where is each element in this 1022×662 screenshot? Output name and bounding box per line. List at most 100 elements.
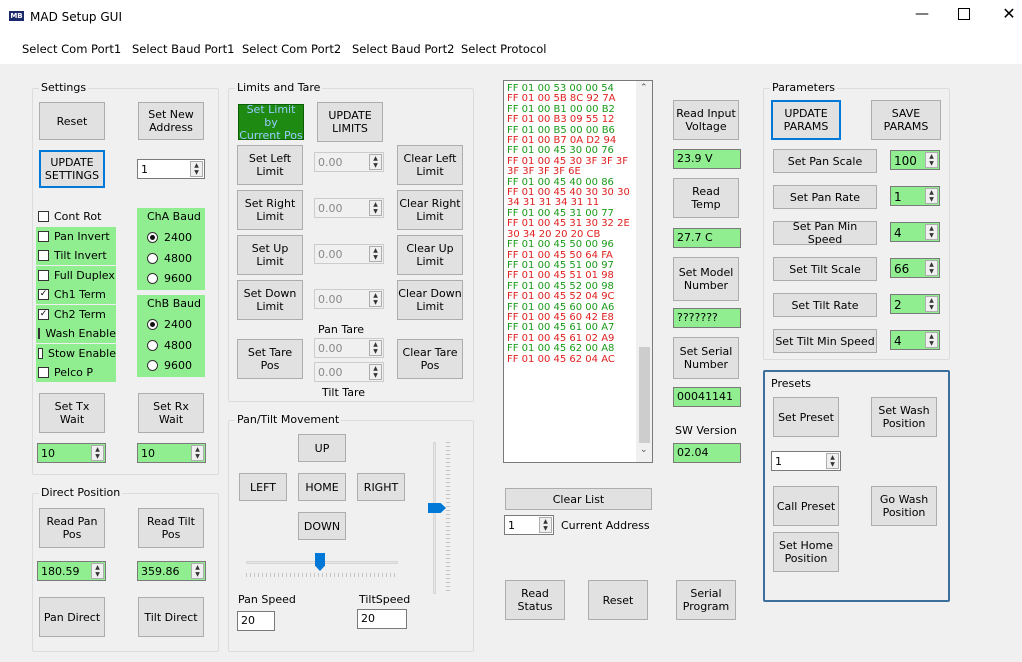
- update-params-button[interactable]: UPDATE PARAMS: [771, 100, 841, 140]
- checkbox-pelco-p[interactable]: Pelco P: [36, 363, 116, 382]
- move-left-button[interactable]: LEFT: [239, 473, 287, 501]
- stepper-arrows-icon[interactable]: ▲ ▼: [369, 364, 382, 380]
- right-limit-stepper[interactable]: 0.00 ▲ ▼: [314, 198, 384, 218]
- set-tare-pos-button[interactable]: Set Tare Pos: [237, 339, 303, 379]
- stepper-arrows-icon[interactable]: ▲ ▼: [925, 260, 938, 276]
- set-down-limit-button[interactable]: Set Down Limit: [237, 280, 303, 320]
- cha-radio-4800[interactable]: 4800: [137, 249, 192, 268]
- stepper-arrows-icon[interactable]: ▲ ▼: [190, 161, 203, 177]
- pan-speed-slider[interactable]: [244, 553, 400, 579]
- stepper-arrows-icon[interactable]: ▲ ▼: [369, 291, 382, 307]
- tx-wait-stepper[interactable]: 10 ▲ ▼: [37, 443, 106, 463]
- cha-radio-9600[interactable]: 9600: [137, 269, 192, 288]
- reset-button[interactable]: Reset: [39, 102, 105, 140]
- checkbox-full-duplex[interactable]: Full Duplex: [36, 265, 116, 285]
- maximize-button[interactable]: [958, 8, 970, 20]
- preset-stepper[interactable]: 1 ▲ ▼: [771, 451, 841, 471]
- read-status-button[interactable]: Read Status: [505, 580, 565, 620]
- stepper-arrows-icon[interactable]: ▲ ▼: [369, 200, 382, 216]
- move-home-button[interactable]: HOME: [298, 473, 346, 501]
- clear-down-limit-button[interactable]: Clear Down Limit: [397, 280, 463, 320]
- slider-thumb[interactable]: [428, 503, 446, 513]
- menu-select-baud-port1[interactable]: Select Baud Port1: [132, 42, 234, 56]
- tilt-tare-stepper[interactable]: 0.00 ▲ ▼: [314, 362, 384, 382]
- clear-list-button[interactable]: Clear List: [505, 488, 652, 510]
- set-limit-current-pos-button[interactable]: Set Limit by Current Pos: [238, 103, 304, 142]
- stepper-arrows-icon[interactable]: ▲ ▼: [91, 563, 104, 579]
- clear-up-limit-button[interactable]: Clear Up Limit: [397, 235, 463, 275]
- tilt-speed-slider[interactable]: [428, 440, 454, 596]
- menu-select-com-port1[interactable]: Select Com Port1: [22, 42, 121, 56]
- set-rx-wait-button[interactable]: Set Rx Wait: [138, 393, 204, 433]
- checkbox-wash-enable[interactable]: Wash Enable: [36, 324, 116, 343]
- move-up-button[interactable]: UP: [298, 434, 346, 462]
- slider-thumb[interactable]: [315, 553, 325, 571]
- param-value-stepper[interactable]: 4 ▲ ▼: [890, 330, 940, 350]
- close-button[interactable]: ✕: [1000, 4, 1018, 24]
- command-log-list[interactable]: FF 01 00 53 00 00 54 FF 01 00 5B 8C 92 7A…: [503, 80, 653, 463]
- stepper-arrows-icon[interactable]: ▲ ▼: [369, 246, 382, 262]
- log-reset-button[interactable]: Reset: [588, 580, 648, 620]
- scroll-thumb[interactable]: [639, 347, 650, 443]
- down-limit-stepper[interactable]: 0.00 ▲ ▼: [314, 289, 384, 309]
- stepper-arrows-icon[interactable]: ▲ ▼: [925, 224, 938, 240]
- address-stepper[interactable]: 1 ▲ ▼: [137, 159, 205, 179]
- param-button-set-tilt-rate[interactable]: Set Tilt Rate: [773, 293, 877, 317]
- set-new-address-button[interactable]: Set New Address: [138, 102, 204, 140]
- clear-right-limit-button[interactable]: Clear Right Limit: [397, 190, 463, 230]
- read-pan-pos-button[interactable]: Read Pan Pos: [39, 508, 105, 548]
- chb-radio-9600[interactable]: 9600: [137, 356, 192, 375]
- stepper-arrows-icon[interactable]: ▲ ▼: [925, 188, 938, 204]
- menu-select-baud-port2[interactable]: Select Baud Port2: [352, 42, 454, 56]
- stepper-arrows-icon[interactable]: ▲ ▼: [191, 563, 204, 579]
- log-scrollbar[interactable]: ⌃ ⌄: [636, 81, 652, 462]
- cha-radio-2400[interactable]: 2400: [137, 228, 192, 247]
- menu-select-protocol[interactable]: Select Protocol: [461, 42, 546, 56]
- stepper-arrows-icon[interactable]: ▲ ▼: [539, 517, 552, 533]
- stepper-arrows-icon[interactable]: ▲ ▼: [925, 296, 938, 312]
- pan-speed-input[interactable]: 20: [237, 611, 275, 631]
- tilt-speed-input[interactable]: 20: [357, 609, 407, 629]
- stepper-arrows-icon[interactable]: ▲ ▼: [826, 453, 839, 469]
- param-value-stepper[interactable]: 2 ▲ ▼: [890, 294, 940, 314]
- minimize-button[interactable]: —: [912, 6, 932, 26]
- move-right-button[interactable]: RIGHT: [357, 473, 405, 501]
- stepper-arrows-icon[interactable]: ▲ ▼: [191, 445, 204, 461]
- chb-radio-4800[interactable]: 4800: [137, 336, 192, 355]
- set-serial-number-button[interactable]: Set Serial Number: [673, 337, 739, 379]
- up-limit-stepper[interactable]: 0.00 ▲ ▼: [314, 244, 384, 264]
- stepper-arrows-icon[interactable]: ▲ ▼: [91, 445, 104, 461]
- param-button-set-tilt-scale[interactable]: Set Tilt Scale: [773, 257, 877, 281]
- set-wash-position-button[interactable]: Set Wash Position: [871, 397, 937, 437]
- tilt-pos-stepper[interactable]: 359.86 ▲ ▼: [137, 561, 206, 581]
- read-tilt-pos-button[interactable]: Read Tilt Pos: [138, 508, 204, 548]
- read-input-voltage-button[interactable]: Read Input Voltage: [673, 100, 739, 140]
- checkbox-tilt-invert[interactable]: Tilt Invert: [36, 246, 116, 265]
- update-limits-button[interactable]: UPDATE LIMITS: [317, 102, 383, 142]
- pan-pos-stepper[interactable]: 180.59 ▲ ▼: [37, 561, 106, 581]
- param-value-stepper[interactable]: 1 ▲ ▼: [890, 186, 940, 206]
- param-button-set-pan-scale[interactable]: Set Pan Scale: [773, 149, 877, 173]
- param-button-set-pan-rate[interactable]: Set Pan Rate: [773, 185, 877, 209]
- clear-tare-pos-button[interactable]: Clear Tare Pos: [397, 339, 463, 379]
- update-settings-button[interactable]: UPDATE SETTINGS: [39, 150, 105, 188]
- stepper-arrows-icon[interactable]: ▲ ▼: [925, 152, 938, 168]
- checkbox-ch1-term[interactable]: ✓ Ch1 Term: [36, 285, 116, 304]
- save-params-button[interactable]: SAVE PARAMS: [871, 100, 941, 140]
- pan-tare-stepper[interactable]: 0.00 ▲ ▼: [314, 338, 384, 358]
- checkbox-pan-invert[interactable]: Pan Invert: [36, 226, 116, 246]
- menu-select-com-port2[interactable]: Select Com Port2: [242, 42, 341, 56]
- param-button-set-tilt-min-speed[interactable]: Set Tilt Min Speed: [773, 329, 877, 353]
- go-wash-position-button[interactable]: Go Wash Position: [871, 486, 937, 526]
- left-limit-stepper[interactable]: 0.00 ▲ ▼: [314, 152, 384, 172]
- rx-wait-stepper[interactable]: 10 ▲ ▼: [137, 443, 206, 463]
- set-home-position-button[interactable]: Set Home Position: [773, 532, 839, 572]
- scroll-down-icon[interactable]: ⌄: [640, 445, 648, 455]
- param-value-stepper[interactable]: 100 ▲ ▼: [890, 150, 940, 170]
- set-up-limit-button[interactable]: Set Up Limit: [237, 235, 303, 275]
- read-temp-button[interactable]: Read Temp: [673, 178, 739, 218]
- tilt-direct-button[interactable]: Tilt Direct: [138, 597, 204, 637]
- set-preset-button[interactable]: Set Preset: [773, 397, 839, 437]
- set-tx-wait-button[interactable]: Set Tx Wait: [39, 393, 105, 433]
- param-button-set-pan-min-speed[interactable]: Set Pan Min Speed: [773, 220, 877, 246]
